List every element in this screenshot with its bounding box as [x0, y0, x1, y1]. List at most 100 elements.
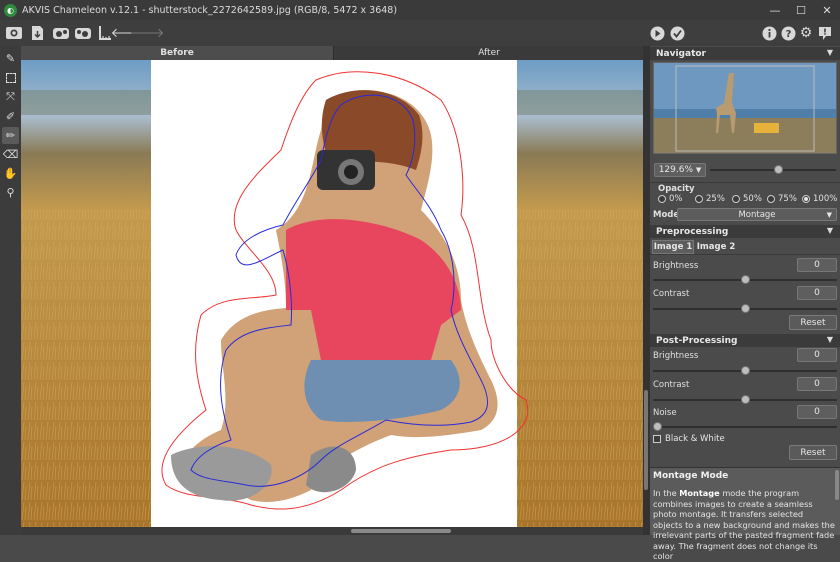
- apply-icon: [670, 26, 684, 40]
- preprocessing-header[interactable]: Preprocessing ▼: [650, 225, 840, 238]
- tab-after[interactable]: After: [335, 46, 643, 60]
- svg-text:?: ?: [785, 29, 791, 40]
- post-reset-button[interactable]: Reset: [789, 445, 837, 460]
- zoom-select[interactable]: 129.6% ▼: [654, 163, 706, 177]
- divider: [650, 182, 840, 183]
- marquee-icon: [5, 72, 16, 83]
- help-button[interactable]: ?: [780, 24, 796, 42]
- radio-label: 0%: [669, 194, 683, 204]
- zoom-slider[interactable]: [710, 169, 836, 171]
- navigator-thumbnail: [654, 63, 836, 153]
- run-button[interactable]: [649, 24, 665, 42]
- noise-input[interactable]: 0: [797, 405, 837, 419]
- pencil-minus-icon: ✏: [5, 129, 16, 142]
- tab-image-2[interactable]: Image 2: [696, 240, 736, 254]
- tab-image-1[interactable]: Image 1: [652, 240, 694, 254]
- checkbox-box: [653, 435, 661, 443]
- radio-dot: [695, 195, 703, 203]
- info-icon: [762, 26, 776, 40]
- pre-contrast-knob[interactable]: [740, 304, 750, 313]
- toolbar: 🡐 🡒 ? ⚙: [0, 20, 840, 46]
- zoom-tool[interactable]: ⚲: [2, 184, 19, 201]
- radio-label: 25%: [706, 194, 725, 204]
- opacity-25-radio[interactable]: 25%: [695, 194, 725, 204]
- preprocessing-title: Preprocessing: [656, 226, 729, 237]
- post-brightness-label: Brightness: [653, 351, 699, 361]
- open-image-icon: [6, 27, 22, 39]
- notifications-button[interactable]: [817, 24, 833, 42]
- remove-pencil-tool[interactable]: ✏: [2, 127, 19, 144]
- akvis-logo-icon: ◐: [4, 3, 17, 17]
- minimize-button[interactable]: —: [762, 0, 788, 20]
- hand-tool[interactable]: ✋: [2, 165, 19, 182]
- mode-value: Montage: [738, 209, 776, 220]
- post-contrast-input[interactable]: 0: [797, 377, 837, 391]
- maximize-button[interactable]: ☐: [788, 0, 814, 20]
- scrollbar-thumb[interactable]: [351, 529, 451, 533]
- save-button[interactable]: [29, 24, 45, 42]
- redo-button[interactable]: 🡒: [130, 24, 165, 42]
- navigator-preview[interactable]: [653, 62, 837, 154]
- navigator-title: Navigator: [656, 48, 706, 59]
- mode-label: Mode: [653, 210, 680, 220]
- pencil-plus-icon: ✐: [5, 110, 16, 123]
- post-brightness-input[interactable]: 0: [797, 348, 837, 362]
- selection-brush-icon: ✎: [5, 52, 16, 65]
- collapse-icon: ▼: [826, 48, 833, 57]
- post-contrast-knob[interactable]: [740, 395, 750, 404]
- radio-label: 75%: [778, 194, 797, 204]
- close-button[interactable]: ✕: [814, 0, 840, 20]
- rectangular-selection-tool[interactable]: [2, 69, 19, 86]
- tab-before[interactable]: Before: [21, 46, 334, 60]
- radio-label: 50%: [743, 194, 762, 204]
- pre-contrast-input[interactable]: 0: [797, 286, 837, 300]
- load-background-button[interactable]: [73, 24, 93, 42]
- transform-icon: ⤧: [6, 89, 15, 103]
- vertical-scrollbar-thumb[interactable]: [644, 390, 648, 490]
- checkbox-label: Black & White: [665, 434, 725, 444]
- gear-icon: ⚙: [799, 25, 813, 41]
- black-white-checkbox[interactable]: Black & White: [653, 434, 725, 444]
- noise-slider[interactable]: [653, 426, 837, 428]
- help-icon: ?: [781, 26, 795, 40]
- opacity-75-radio[interactable]: 75%: [767, 194, 797, 204]
- pre-reset-button[interactable]: Reset: [789, 315, 837, 330]
- open-image-button[interactable]: [4, 24, 24, 42]
- help-text-part: In the: [653, 488, 680, 498]
- opacity-100-radio[interactable]: 100%: [802, 194, 837, 204]
- save-icon: [31, 26, 43, 40]
- horizontal-scrollbar[interactable]: [21, 527, 643, 535]
- zoom-slider-knob[interactable]: [774, 165, 784, 174]
- opacity-label: Opacity: [658, 184, 695, 194]
- radio-dot: [732, 195, 740, 203]
- keep-pencil-tool[interactable]: ✐: [2, 108, 19, 125]
- noise-knob[interactable]: [653, 422, 662, 431]
- selection-tool[interactable]: ✎: [2, 50, 19, 67]
- post-brightness-knob[interactable]: [740, 366, 750, 375]
- radio-label: 100%: [813, 194, 838, 204]
- mode-select[interactable]: Montage ▼: [677, 208, 837, 221]
- navigator-header[interactable]: Navigator ▼: [650, 47, 840, 60]
- apply-button[interactable]: [669, 24, 685, 42]
- dropdown-arrow-icon: ▼: [826, 210, 832, 219]
- eraser-tool[interactable]: ⌫: [2, 146, 19, 163]
- opacity-50-radio[interactable]: 50%: [732, 194, 762, 204]
- load-object-icon: [53, 28, 69, 39]
- opacity-0-radio[interactable]: 0%: [658, 194, 683, 204]
- load-object-button[interactable]: [51, 24, 71, 42]
- pre-brightness-input[interactable]: 0: [797, 258, 837, 272]
- help-scrollbar[interactable]: [835, 470, 839, 500]
- settings-panel: Navigator ▼ 129.6% ▼ Opacity 0% 25% 50% 7…: [650, 46, 840, 561]
- pre-brightness-knob[interactable]: [740, 275, 750, 284]
- settings-button[interactable]: ⚙: [798, 24, 814, 42]
- canvas-image[interactable]: [21, 60, 643, 527]
- image-canvas[interactable]: [21, 60, 643, 527]
- post-processing-header[interactable]: Post-Processing ▼: [650, 334, 840, 347]
- window-title: AKVIS Chameleon v.12.1 - shutterstock_22…: [22, 4, 398, 16]
- transform-tool[interactable]: ⤧: [2, 88, 19, 105]
- run-icon: [650, 26, 664, 40]
- info-button[interactable]: [761, 24, 777, 42]
- help-text: In the Montage mode the program combines…: [653, 488, 835, 562]
- zoom-value: 129.6%: [658, 165, 694, 175]
- title-bar: ◐ AKVIS Chameleon v.12.1 - shutterstock_…: [0, 0, 840, 20]
